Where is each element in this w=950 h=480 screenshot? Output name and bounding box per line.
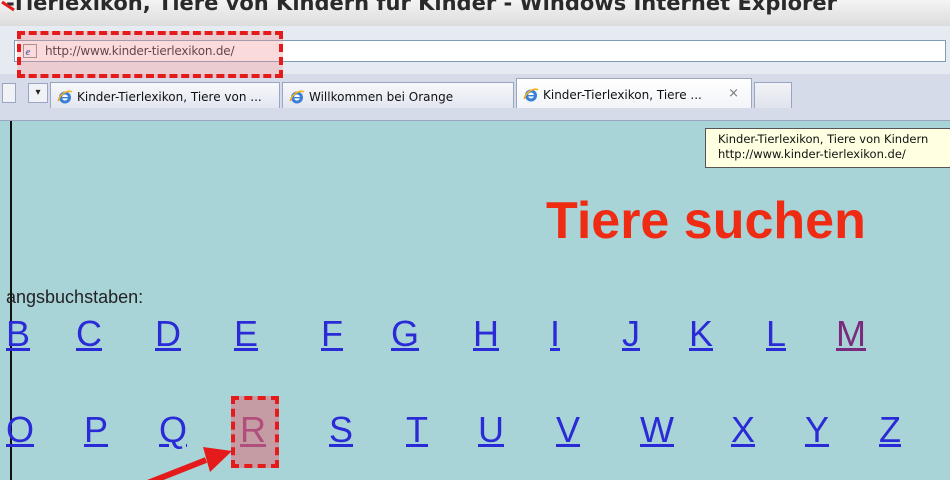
quick-tabs-button[interactable]	[2, 83, 16, 103]
tab-willkommen-bei-orange[interactable]: Willkommen bei Orange	[282, 82, 514, 108]
letter-link-m[interactable]: M	[836, 316, 866, 352]
tooltip-url: http://www.kinder-tierlexikon.de/	[718, 147, 906, 161]
page-heading: Tiere suchen	[546, 192, 866, 250]
letter-link-q[interactable]: Q	[159, 412, 187, 448]
tab-tooltip: Kinder-Tierlexikon, Tiere von Kindern ht…	[705, 128, 950, 168]
address-bar-highlight	[17, 31, 283, 78]
letter-link-g[interactable]: G	[391, 316, 419, 352]
letter-link-p[interactable]: P	[84, 412, 108, 448]
letter-link-k[interactable]: K	[689, 316, 713, 352]
letter-link-d[interactable]: D	[155, 316, 181, 352]
letter-link-b[interactable]: B	[6, 316, 30, 352]
ie-icon	[57, 90, 73, 104]
letter-link-v[interactable]: V	[556, 412, 580, 448]
tab-label: Willkommen bei Orange	[309, 90, 454, 104]
initial-letters-label: angsbuchstaben:	[6, 287, 144, 307]
letter-link-s[interactable]: S	[329, 412, 353, 448]
browser-window: -Tierlexikon, Tiere von Kindern für Kind…	[0, 0, 950, 480]
new-tab-button[interactable]	[754, 82, 792, 108]
letter-link-u[interactable]: U	[478, 412, 504, 448]
letter-r-highlight	[231, 396, 279, 468]
letter-link-i[interactable]: I	[550, 316, 560, 352]
close-icon[interactable]: ×	[728, 86, 739, 101]
letter-link-f[interactable]: F	[321, 316, 343, 352]
letter-link-z[interactable]: Z	[879, 412, 901, 448]
ie-icon	[289, 90, 305, 104]
letter-link-l[interactable]: L	[766, 316, 786, 352]
tooltip-title: Kinder-Tierlexikon, Tiere von Kindern	[718, 132, 929, 146]
letter-link-o[interactable]: O	[6, 412, 34, 448]
window-title: -Tierlexikon, Tiere von Kindern für Kind…	[6, 0, 837, 15]
tab-bar: ▾ Kinder-Tierlexikon, Tiere von ... Will…	[0, 74, 950, 121]
letter-link-c[interactable]: C	[76, 316, 102, 352]
letter-link-e[interactable]: E	[234, 316, 258, 352]
tab-label: Kinder-Tierlexikon, Tiere ...	[543, 88, 702, 102]
letter-link-t[interactable]: T	[406, 412, 428, 448]
tab-list-dropdown[interactable]: ▾	[28, 83, 48, 103]
tab-kinder-tierlexikon-active[interactable]: Kinder-Tierlexikon, Tiere ... ×	[516, 78, 752, 108]
tab-kinder-tierlexikon-1[interactable]: Kinder-Tierlexikon, Tiere von ...	[50, 82, 280, 108]
letter-link-j[interactable]: J	[622, 316, 640, 352]
letter-link-h[interactable]: H	[473, 316, 499, 352]
title-bar: -Tierlexikon, Tiere von Kindern für Kind…	[0, 0, 950, 26]
letter-link-w[interactable]: W	[640, 412, 674, 448]
tab-label: Kinder-Tierlexikon, Tiere von ...	[77, 90, 262, 104]
ie-icon	[523, 88, 539, 102]
letter-link-y[interactable]: Y	[805, 412, 829, 448]
letter-link-x[interactable]: X	[731, 412, 755, 448]
